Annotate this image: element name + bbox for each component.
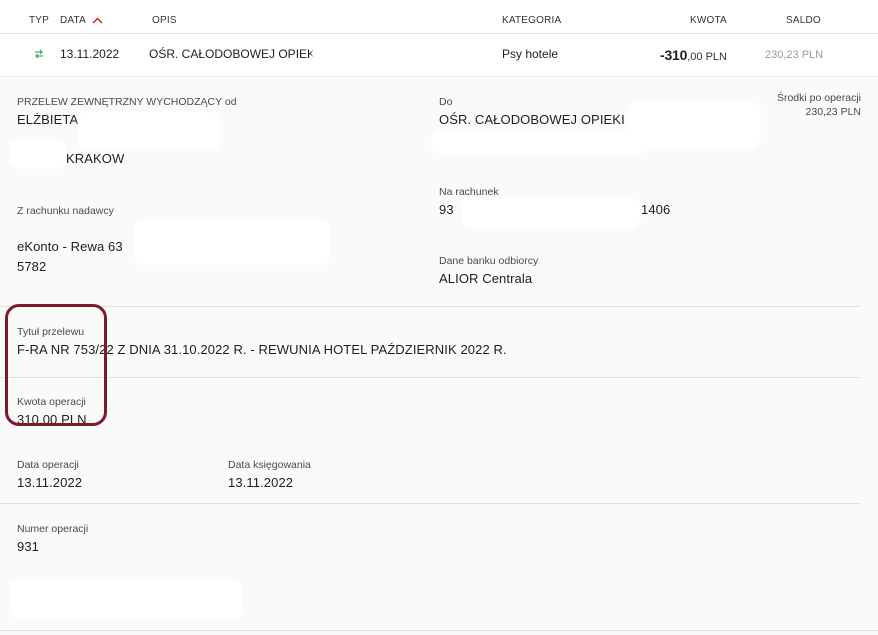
transaction-details-panel: PRZELEW ZEWNĘTRZNY WYCHODZĄCY od ELŻBIET… [0,78,878,635]
recipient-name: OŚR. CAŁODOBOWEJ OPIEKI [439,112,625,127]
row-date: 13.11.2022 [60,47,120,61]
divider [0,377,861,378]
from-account-number: 5782 [17,259,47,274]
column-header-opis[interactable]: OPIS [152,15,177,26]
operation-date-label: Data operacji [17,459,79,471]
highlight-annotation [5,304,107,426]
funds-after-label: Środki po operacji [776,92,861,104]
booking-date-value: 13.11.2022 [228,475,294,490]
transactions-table-header: TYP DATA OPIS KATEGORIA KWOTA SALDO [0,0,878,34]
row-category[interactable]: Psy hotele [502,47,558,61]
divider [0,630,878,631]
redaction-mark [10,140,66,168]
sort-ascending-icon[interactable] [92,17,103,24]
sender-name: ELŻBIETA ’ [17,112,85,127]
row-amount-minor: ,00 PLN [687,51,727,63]
operation-number-label: Numer operacji [17,523,89,535]
column-header-kwota[interactable]: KWOTA [690,15,727,26]
divider [0,306,861,307]
operation-date-value: 13.11.2022 [17,475,83,490]
transfer-type-label: PRZELEW ZEWNĘTRZNY WYCHODZĄCY od [17,96,237,108]
redaction-mark [462,198,640,228]
row-description: OŚR. CAŁODOBOWEJ OPIEKI [149,47,319,61]
redaction-mark [78,112,220,150]
divider [0,503,861,504]
column-header-typ[interactable]: TYP [29,15,49,26]
to-account-prefix: 93 [439,202,454,217]
row-amount: -310,00 PLN [660,47,727,63]
redaction-mark [134,220,330,264]
redaction-mark [432,130,648,154]
to-account-label: Na rachunek [439,186,499,198]
to-account-suffix: 1406 [641,202,671,217]
operation-number-value: 931 [17,539,39,554]
table-row[interactable]: 13.11.2022 OŚR. CAŁODOBOWEJ OPIEKI Psy h… [0,34,878,77]
bank-value: ALIOR Centrala [439,271,533,286]
booking-date-label: Data księgowania [228,459,311,471]
column-header-saldo[interactable]: SALDO [786,15,821,26]
from-account-name: eKonto - Rewa 63 [17,239,123,254]
from-account-label: Z rachunku nadawcy [17,205,114,217]
column-header-data[interactable]: DATA [60,15,103,26]
transfer-arrows-icon [35,49,43,59]
recipient-label: Do [439,96,453,108]
column-header-data-label: DATA [60,15,86,26]
redaction-mark [10,580,242,618]
funds-after-value: 230,23 PLN [805,106,861,118]
redaction-mark [312,42,452,70]
row-amount-major: -310 [660,47,688,63]
column-header-kategoria[interactable]: KATEGORIA [502,15,561,26]
bank-label: Dane banku odbiorcy [439,255,539,267]
sender-city: KRAKOW [66,151,125,166]
row-balance: 230,23 PLN [765,49,824,61]
